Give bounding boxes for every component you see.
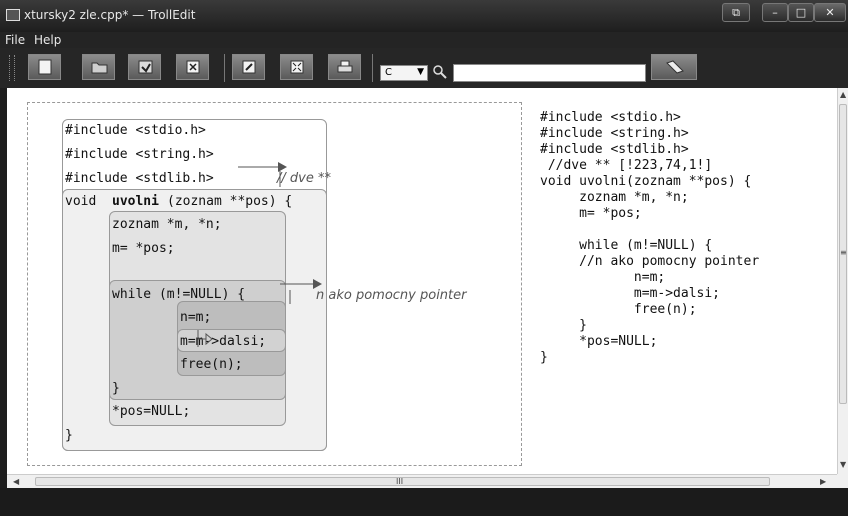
scroll-left-icon[interactable]: ◀ [13,477,19,486]
clear-search-button[interactable] [651,54,697,80]
source-code-text[interactable]: #include <stdio.h> #include <string.h> #… [540,110,759,366]
close-file-button[interactable] [176,54,209,80]
code-diagram: #include <stdio.h> #include <string.h> #… [27,102,522,466]
grip-icon: III [396,477,404,486]
scroll-down-icon[interactable]: ▼ [840,460,846,469]
search-icon [433,65,447,79]
new-icon [38,59,52,75]
menu-bar: File Help [0,32,848,48]
edit-icon [242,60,256,74]
title-bar: xtursky2 zle.cpp* — TrollEdit ⧉ – □ ✕ [0,0,848,32]
restore-button[interactable]: ⧉ [722,3,750,22]
app-icon [6,9,20,21]
horizontal-scroll-thumb[interactable]: III [35,477,770,486]
toolbar-separator [224,54,225,82]
print-button[interactable] [328,54,361,80]
vertical-scrollbar[interactable]: ▲ ≡ ▼ [837,88,848,474]
eraser-icon [666,60,684,74]
toolbar-grip[interactable] [9,55,15,81]
open-file-button[interactable] [82,54,115,80]
fullscreen-icon [290,60,304,74]
window-title: xtursky2 zle.cpp* — TrollEdit [24,8,196,22]
new-file-button[interactable] [28,54,61,80]
status-bar [0,488,848,516]
scroll-up-icon[interactable]: ▲ [840,90,846,99]
scroll-right-icon[interactable]: ▶ [820,477,826,486]
toolbar-separator [372,54,373,82]
language-value: C [385,67,392,78]
annotation-note: // dve ** [277,171,331,186]
search-input[interactable] [453,64,646,82]
annotation-arrows [197,162,322,347]
minimize-button[interactable]: – [762,3,788,22]
chevron-down-icon: ▼ [417,67,424,77]
vertical-scroll-thumb[interactable]: ≡ [839,104,847,404]
print-icon [337,60,353,73]
menu-file[interactable]: File [5,33,25,47]
scrollbar-corner [837,474,848,488]
grip-icon: ≡ [840,248,847,257]
save-icon [138,60,153,74]
open-icon [91,62,108,74]
menu-help[interactable]: Help [34,33,61,47]
close-window-button[interactable]: ✕ [814,3,846,22]
editor-area[interactable]: #include <stdio.h> #include <string.h> #… [7,88,837,474]
close-icon [186,60,200,74]
language-select[interactable]: C ▼ [380,65,428,81]
save-file-button[interactable] [128,54,161,80]
horizontal-scrollbar[interactable]: ◀ III ▶ [7,474,837,488]
fullscreen-button[interactable] [280,54,313,80]
annotation-note: n ako pomocny pointer [316,288,467,303]
maximize-button[interactable]: □ [788,3,814,22]
arrow-head [205,332,213,346]
window-left-border [0,88,7,488]
edit-button[interactable] [232,54,265,80]
toolbar: C ▼ [0,48,848,88]
